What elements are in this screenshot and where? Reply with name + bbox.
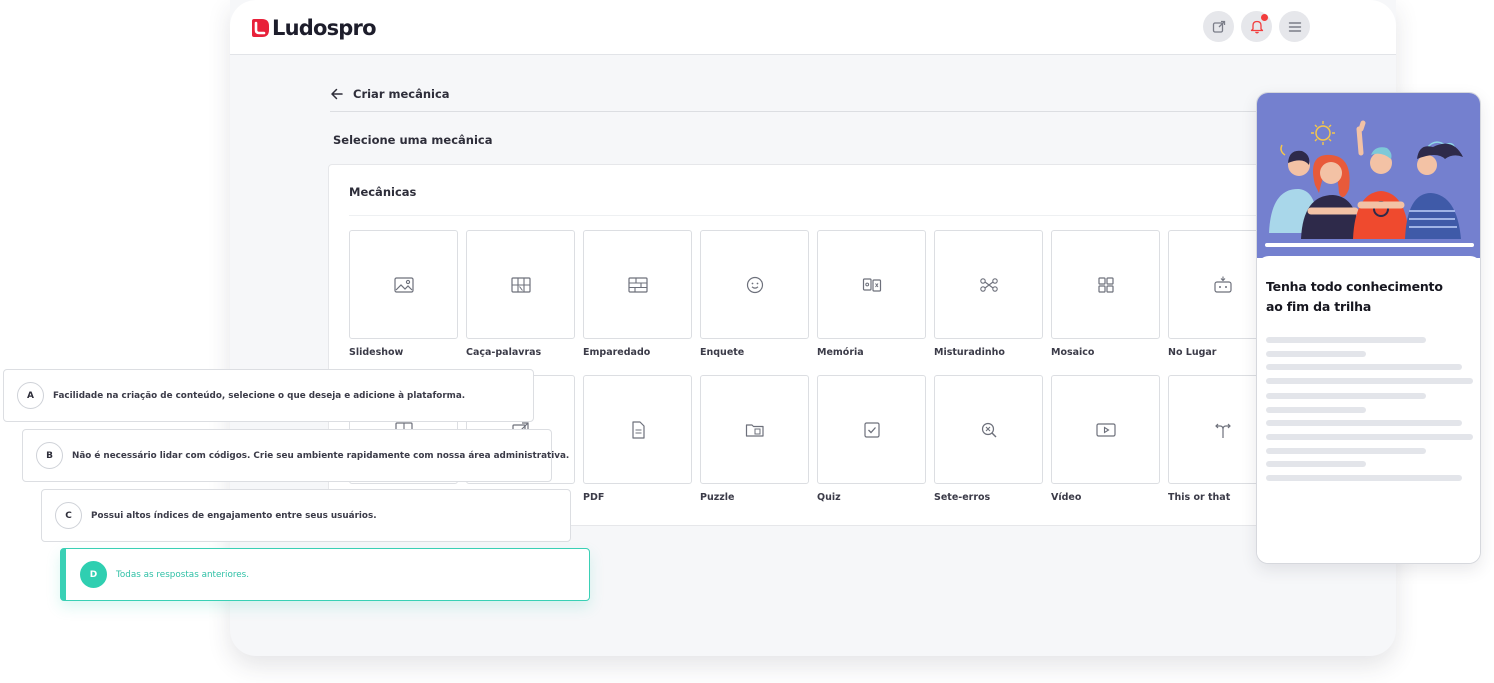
skeleton-line <box>1266 420 1462 426</box>
mechanic-card-video[interactable] <box>1051 375 1160 484</box>
mechanic-label: Misturadinho <box>934 347 1005 358</box>
document-icon <box>631 420 645 439</box>
answer-option-c[interactable]: C Possui altos índices de engajamento en… <box>41 489 571 542</box>
checkbox-icon <box>863 421 880 438</box>
option-text: Possui altos índices de engajamento entr… <box>91 510 377 521</box>
mechanic-label: PDF <box>583 492 605 503</box>
mechanic-label: Caça-palavras <box>466 347 542 358</box>
mechanic-label: Mosaico <box>1051 347 1095 358</box>
mechanic-label: Enquete <box>700 347 745 358</box>
zoom-x-icon <box>981 422 996 437</box>
mechanic-label: Memória <box>817 347 864 358</box>
mechanic-card-misturadinho[interactable] <box>934 230 1043 339</box>
mechanic-card-pdf[interactable] <box>583 375 692 484</box>
external-link-button[interactable] <box>1203 11 1234 42</box>
play-icon <box>1095 422 1116 437</box>
top-bar: Ludospro <box>230 0 1396 55</box>
shuffle-nodes-icon <box>979 277 998 292</box>
arrow-left-icon[interactable] <box>330 86 344 102</box>
menu-button[interactable] <box>1279 11 1310 42</box>
mechanic-label: Emparedado <box>583 347 651 358</box>
logo-text: Ludospro <box>272 16 377 40</box>
skeleton-line <box>1266 337 1426 343</box>
header-actions <box>1203 11 1310 42</box>
menu-icon <box>1288 21 1301 32</box>
logo[interactable]: Ludospro <box>250 16 377 40</box>
option-letter: A <box>17 382 44 409</box>
skeleton-line <box>1266 351 1366 357</box>
mobile-preview: Tenha todo conhecimento ao fim da trilha <box>1256 92 1481 564</box>
notification-dot <box>1261 14 1268 21</box>
skeleton-line <box>1266 461 1366 467</box>
stage: Ludospro Criar mecânica Selecione uma me… <box>0 0 1494 683</box>
breadcrumb: Criar mecânica <box>330 86 1260 112</box>
external-link-icon <box>1212 20 1225 33</box>
mechanic-label: Quiz <box>817 492 841 503</box>
answer-option-d[interactable]: D Todas as respostas anteriores. <box>60 548 590 601</box>
hero-illustration <box>1257 93 1480 258</box>
skeleton-line <box>1266 378 1473 384</box>
puzzle-folder-icon <box>745 423 764 437</box>
option-letter: D <box>80 561 107 588</box>
mechanic-card-emparedado[interactable] <box>583 230 692 339</box>
mechanic-card-quiz[interactable] <box>817 375 926 484</box>
mechanic-label: Slideshow <box>349 347 404 358</box>
skeleton-line <box>1266 364 1462 370</box>
mechanic-card-puzzle[interactable] <box>700 375 809 484</box>
skeleton-line <box>1266 434 1473 440</box>
memory-cards-icon <box>862 277 881 292</box>
mechanic-card-sete-erros[interactable] <box>934 375 1043 484</box>
skeleton-line <box>1266 448 1426 454</box>
skeleton-line <box>1266 407 1366 413</box>
panel-title: Mecânicas <box>349 185 417 199</box>
mechanic-label: Puzzle <box>700 492 735 503</box>
back-link[interactable]: Criar mecânica <box>353 86 450 102</box>
image-icon <box>393 276 414 293</box>
mosaic-icon <box>1097 276 1114 293</box>
divider <box>349 215 1259 216</box>
option-letter: B <box>36 442 63 469</box>
section-title: Selecione uma mecânica <box>333 133 493 147</box>
fork-arrow-icon <box>1214 423 1231 438</box>
smile-icon <box>746 276 763 293</box>
option-text: Não é necessário lidar com códigos. Crie… <box>72 450 570 461</box>
mechanic-label: This or that <box>1168 492 1231 503</box>
mechanic-card-mosaico[interactable] <box>1051 230 1160 339</box>
wall-icon <box>627 276 648 293</box>
mechanic-card-memoria[interactable] <box>817 230 926 339</box>
bell-icon <box>1250 20 1263 34</box>
option-text: Todas as respostas anteriores. <box>116 569 250 580</box>
skeleton-line <box>1266 393 1426 399</box>
ludospro-logo-icon <box>252 19 269 37</box>
notifications-button[interactable] <box>1241 11 1272 42</box>
phone-title: Tenha todo conhecimento ao fim da trilha <box>1266 279 1443 314</box>
mechanic-label: Sete-erros <box>934 492 991 503</box>
mechanic-card-enquete[interactable] <box>700 230 809 339</box>
mechanic-card-slideshow[interactable] <box>349 230 458 339</box>
answer-option-b[interactable]: B Não é necessário lidar com códigos. Cr… <box>22 429 569 482</box>
answer-option-a[interactable]: A Facilidade na criação de conteúdo, sel… <box>3 369 534 422</box>
mechanic-label: No Lugar <box>1168 347 1217 358</box>
progress-bar <box>1265 243 1474 247</box>
option-text: Facilidade na criação de conteúdo, selec… <box>53 390 466 401</box>
drop-box-icon <box>1213 276 1232 293</box>
people-illustration-icon <box>1257 120 1480 258</box>
mechanic-label: Vídeo <box>1051 492 1082 503</box>
mechanic-card-caca-palavras[interactable] <box>466 230 575 339</box>
word-grid-icon <box>510 276 531 293</box>
skeleton-line <box>1266 475 1462 481</box>
option-letter: C <box>55 502 82 529</box>
